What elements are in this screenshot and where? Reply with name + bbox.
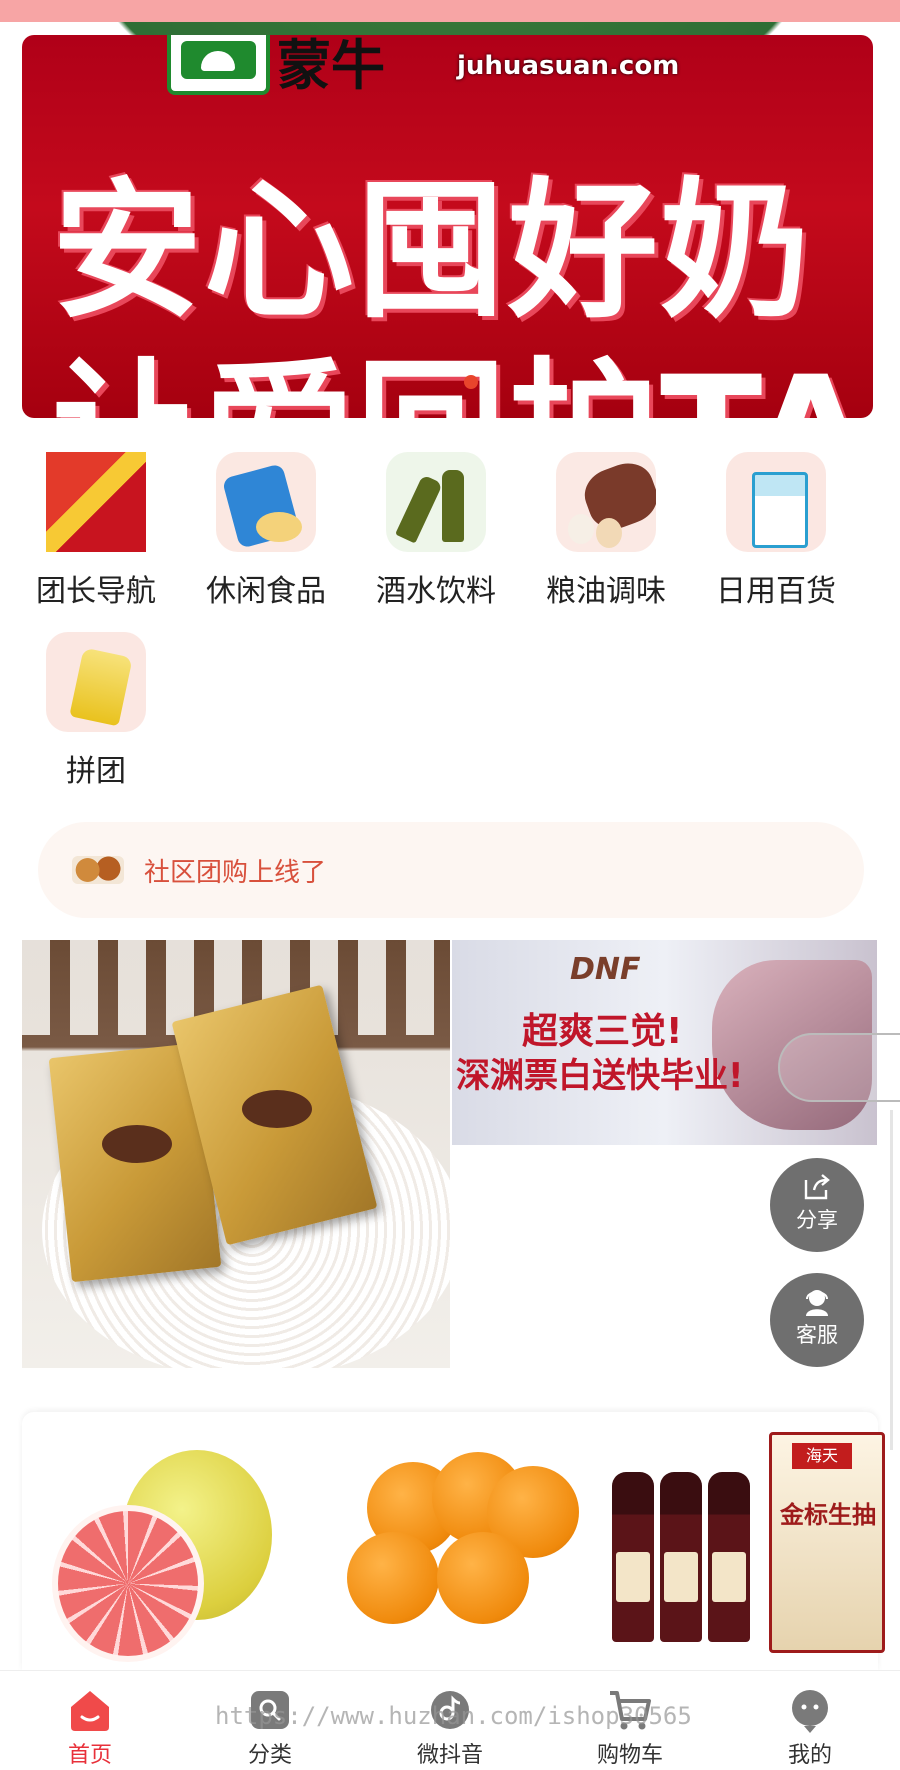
category-item-leader-nav[interactable]: 团长导航 [11, 452, 181, 610]
announcement-text: 社区团购上线了 [144, 858, 327, 888]
tab-label: 首页 [67, 1743, 112, 1768]
product-oranges[interactable] [337, 1452, 587, 1642]
product-soy-sauce-bottles[interactable] [612, 1442, 752, 1642]
tab-label: 购物车 [596, 1743, 663, 1768]
sauce-label: 金标生抽 [780, 1501, 876, 1529]
leader-nav-icon [46, 452, 146, 552]
category-label: 日用百货 [716, 574, 836, 609]
product-strip: 海天 金标生抽 [22, 1412, 885, 1672]
category-item-group-buy[interactable]: 拼团 [11, 632, 181, 790]
carousel-indicator[interactable] [464, 375, 478, 389]
category-item-daily-goods[interactable]: 日用百货 [691, 452, 861, 610]
announcement-bar[interactable]: 社区团购上线了 [38, 822, 864, 918]
hero-banner[interactable]: 蒙牛 juhuasuan.com 安心囤好奶 让爱回护TA [22, 35, 873, 418]
banner-brand-url: juhuasuan.com [457, 51, 680, 81]
food-thumb-icon [72, 856, 124, 884]
tab-profile[interactable]: 我的 [720, 1671, 900, 1770]
game-logo: DNF [570, 952, 641, 987]
grain-oil-icon [556, 452, 656, 552]
ribbon-bow [102, 1125, 172, 1163]
drinks-icon [386, 452, 486, 552]
category-item-snacks[interactable]: 休闲食品 [181, 452, 351, 610]
share-icon [804, 1174, 830, 1200]
product-pomelo[interactable] [52, 1450, 272, 1662]
customer-service-button[interactable]: 客服 [770, 1273, 864, 1367]
category-item-drinks[interactable]: 酒水饮料 [351, 452, 521, 610]
side-drawer-handle[interactable] [778, 1033, 900, 1102]
promo-image-chocolate[interactable] [22, 940, 450, 1368]
snack-icon [216, 452, 316, 552]
promo-subline: 深渊票白送快毕业! [456, 1056, 744, 1096]
tab-home[interactable]: 首页 [0, 1671, 180, 1770]
share-label: 分享 [796, 1208, 838, 1232]
home-icon [71, 1691, 109, 1731]
banner-brand-name: 蒙牛 [277, 35, 385, 97]
share-button[interactable]: 分享 [770, 1158, 864, 1252]
status-bar [0, 0, 900, 22]
banner-headline-2: 让爱回护TA [52, 310, 871, 418]
category-label: 休闲食品 [206, 574, 326, 609]
tab-label: 我的 [787, 1743, 832, 1768]
category-label: 酒水饮料 [376, 574, 496, 609]
sauce-brand: 海天 [792, 1443, 852, 1469]
product-soy-sauce-box[interactable]: 海天 金标生抽 [769, 1432, 885, 1653]
category-label: 团长导航 [36, 574, 156, 609]
daily-goods-icon [726, 452, 826, 552]
watermark-text: https://www.huzhan.com/ishop30565 [215, 1702, 692, 1730]
ribbon-bow [242, 1090, 312, 1128]
scroll-indicator [890, 1110, 893, 1450]
tab-label: 分类 [247, 1743, 292, 1768]
headset-icon [806, 1290, 828, 1316]
mengniu-logo [167, 35, 270, 95]
tab-label: 微抖音 [416, 1743, 483, 1768]
promo-headline: 超爽三觉! [522, 1011, 683, 1052]
service-label: 客服 [796, 1323, 838, 1347]
category-label: 粮油调味 [546, 574, 666, 609]
category-label: 拼团 [66, 754, 126, 789]
group-buy-icon [46, 632, 146, 732]
profile-icon [792, 1690, 828, 1733]
category-item-grain-oil[interactable]: 粮油调味 [521, 452, 691, 610]
